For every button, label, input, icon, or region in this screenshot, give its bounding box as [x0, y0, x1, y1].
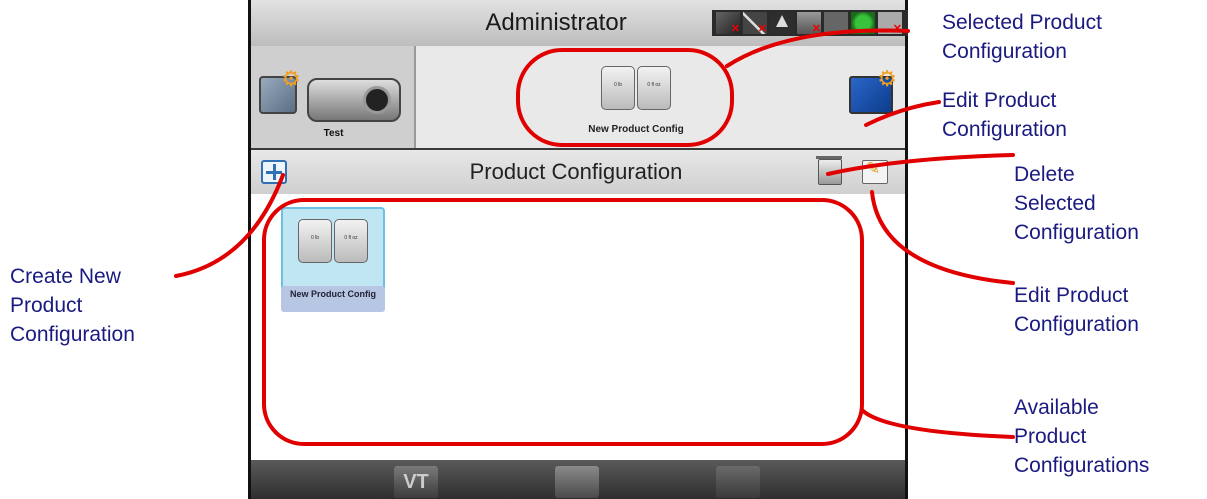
selected-config-oval: [516, 48, 734, 147]
callout-selected-config: [725, 28, 910, 68]
callout-delete: [826, 153, 1015, 176]
available-configs-oval: [262, 198, 864, 446]
annotation-available: Available Product Configurations: [1014, 396, 1150, 477]
annotation-edit-bar: Edit Product Configuration: [1014, 284, 1139, 336]
annotation-selected-config: Selected Product Configuration: [942, 11, 1102, 63]
annotation-create-new: Create New Product Configuration: [10, 265, 135, 346]
callout-available: [860, 408, 1015, 439]
callout-edit-bar: [870, 190, 1015, 285]
annotation-delete: Delete Selected Configuration: [1014, 163, 1139, 244]
annotation-edit-top: Edit Product Configuration: [942, 89, 1067, 141]
callout-edit-top: [864, 100, 941, 127]
